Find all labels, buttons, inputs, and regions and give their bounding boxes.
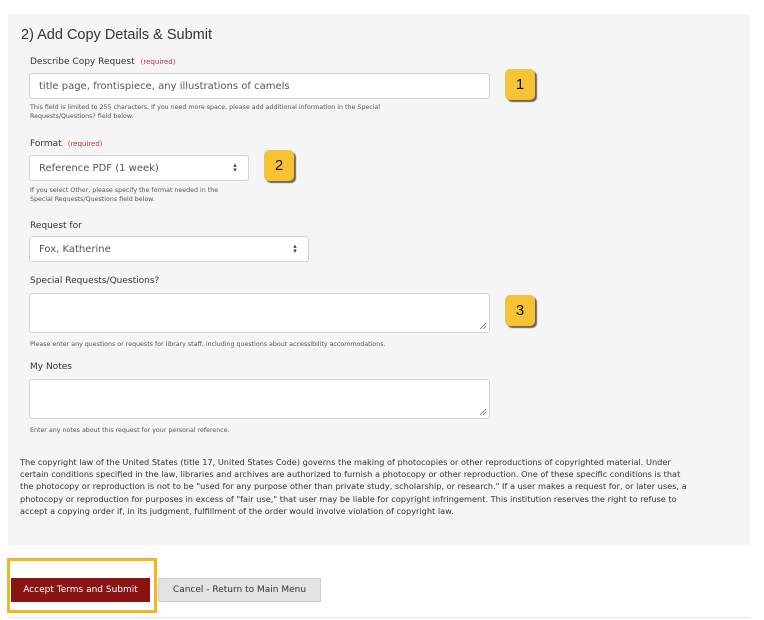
- describe-label-text: Describe Copy Request: [30, 57, 135, 67]
- callout-1: 1: [505, 69, 535, 100]
- copyright-line1: The copyright law of the United States (…: [20, 457, 671, 467]
- describe-help-line2: Requests/Questions? field below.: [30, 113, 134, 120]
- my-notes-textarea[interactable]: [29, 379, 490, 419]
- resize-handle-icon[interactable]: [480, 323, 486, 329]
- callout-3: 3: [505, 295, 535, 326]
- copyright-line5: accept a copying order if, in its judgme…: [20, 505, 454, 516]
- format-help-line1: If you select Other, please specify the …: [30, 187, 219, 194]
- callout-2: 2: [264, 150, 294, 181]
- special-requests-textarea[interactable]: [29, 293, 490, 333]
- my-notes-help: Enter any notes about this request for y…: [30, 427, 230, 434]
- format-select[interactable]: Reference PDF (1 week) ▴ ▾: [29, 155, 249, 181]
- format-help: If you select Other, please specify the …: [30, 186, 218, 204]
- describe-label: Describe Copy Request (required): [30, 57, 175, 67]
- format-label: Format (required): [30, 139, 103, 149]
- select-arrows-icon: ▴ ▾: [233, 161, 237, 174]
- section-title: 2) Add Copy Details & Submit: [21, 27, 213, 43]
- describe-copy-request-value: title page, frontispiece, any illustrati…: [39, 80, 290, 92]
- special-requests-label: Special Requests/Questions?: [30, 276, 160, 286]
- copyright-line3: the photocopy or reproduction is not to …: [20, 481, 687, 492]
- bottom-divider: [8, 617, 750, 618]
- describe-copy-request-input[interactable]: title page, frontispiece, any illustrati…: [29, 73, 490, 99]
- format-required: (required): [67, 140, 103, 148]
- copyright-notice: The copyright law of the United States (…: [20, 456, 736, 517]
- select-arrows-icon: ▴ ▾: [293, 242, 297, 255]
- special-requests-help: Please enter any questions or requests f…: [30, 341, 386, 348]
- format-label-text: Format: [30, 139, 62, 149]
- request-for-label: Request for: [30, 221, 82, 231]
- format-select-value: Reference PDF (1 week): [39, 162, 159, 174]
- copyright-line4: photocopy or reproduction for purposes i…: [20, 493, 677, 504]
- accept-terms-submit-button[interactable]: Accept Terms and Submit: [11, 578, 150, 602]
- describe-help: This field is limited to 255 characters.…: [30, 103, 380, 121]
- describe-help-line1: This field is limited to 255 characters.…: [30, 104, 381, 111]
- my-notes-label: My Notes: [30, 362, 72, 372]
- request-for-select[interactable]: Fox, Katherine ▴ ▾: [29, 236, 309, 262]
- request-for-value: Fox, Katherine: [39, 243, 111, 255]
- describe-required: (required): [140, 58, 176, 66]
- resize-handle-icon[interactable]: [480, 409, 486, 415]
- copyright-line2: certain conditions specified in the law,…: [20, 469, 681, 480]
- format-help-line2: Special Requests/Questions field below.: [30, 196, 155, 203]
- cancel-return-button[interactable]: Cancel - Return to Main Menu: [158, 578, 321, 602]
